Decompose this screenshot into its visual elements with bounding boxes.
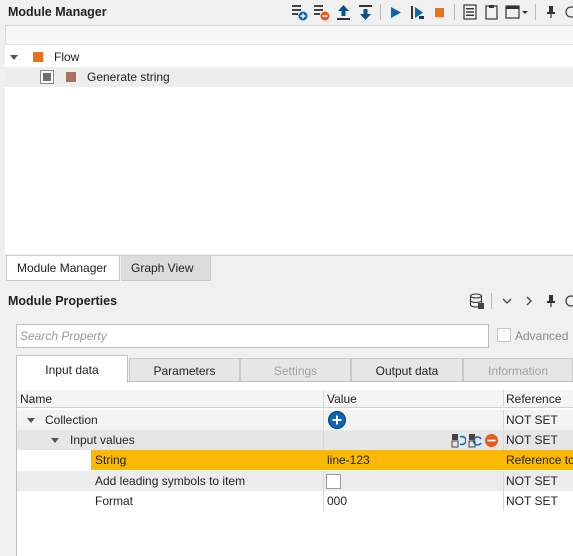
module-tree: Flow Generate string [5,44,573,254]
module-manager-tabs: Module Manager Graph View [5,255,573,281]
tab-graph-view[interactable]: Graph View [121,256,211,281]
row-name: String [91,450,323,470]
row-reference: NOT SET [506,474,558,488]
property-grid: Name Value Reference Collection NOT SET … [16,381,573,556]
move-up-icon[interactable] [334,3,353,22]
toolbar-separator [535,4,536,20]
add-item-button[interactable] [327,410,347,430]
module-icon [66,72,76,82]
row-value[interactable]: 000 [327,491,347,511]
column-header-value[interactable]: Value [327,390,357,408]
column-divider [323,491,324,511]
column-divider [503,471,504,491]
tab-label: Module Manager [17,261,108,275]
module-properties-title: Module Properties [8,294,118,308]
row-value[interactable]: line-123 [327,450,370,470]
database-icon[interactable] [467,292,486,311]
column-divider [503,491,504,511]
row-name: Add leading symbols to item [95,474,246,488]
restore-icon[interactable] [563,3,573,22]
properties-tabs: Input data Parameters Settings Output da… [16,355,573,383]
toolbar-separator [380,4,381,20]
add-module-icon[interactable] [290,3,309,22]
tab-label: Graph View [131,261,194,275]
column-divider[interactable] [323,390,324,408]
row-name: Format [95,494,134,508]
table-row[interactable]: Add leading symbols to item NOT SET [17,471,573,491]
tab-output-data[interactable]: Output data [351,358,463,382]
chevron-right-icon[interactable] [519,292,538,311]
expand-toggle-icon[interactable] [51,430,59,450]
clipboard-icon[interactable] [482,3,501,22]
tab-label: Parameters [153,363,216,378]
stop-icon[interactable] [430,3,449,22]
advanced-label: Advanced [515,329,569,343]
tab-parameters[interactable]: Parameters [129,358,240,382]
refresh-icon[interactable] [468,433,483,448]
toolbar-separator [454,4,455,20]
row-reference: NOT SET [506,433,558,447]
column-divider [503,430,504,450]
chevron-down-icon[interactable] [497,292,516,311]
toolbar-separator [491,293,492,309]
expand-toggle-icon[interactable] [27,410,35,430]
column-divider[interactable] [503,390,504,408]
search-property-input[interactable] [16,324,489,348]
remove-icon[interactable] [484,433,499,448]
column-header-reference[interactable]: Reference [506,390,561,408]
advanced-checkbox[interactable] [497,328,511,342]
grid-header: Name Value Reference [17,390,573,408]
module-tree-header-strip [5,25,573,44]
tree-node-generate-string[interactable]: Generate string [5,67,573,87]
move-down-icon[interactable] [356,3,375,22]
run-step-icon[interactable] [408,3,427,22]
tree-node-flow[interactable]: Flow [5,47,573,67]
row-reference: NOT SET [506,494,558,508]
table-row[interactable]: Collection NOT SET [17,410,573,430]
reset-icon[interactable] [451,433,466,448]
tree-node-label: Flow [54,50,80,64]
tab-settings[interactable]: Settings [240,358,351,382]
column-divider [323,430,324,450]
restore-icon[interactable] [563,292,573,311]
row-name: Collection [45,413,98,427]
layout-menu-icon[interactable] [504,3,530,22]
pin-icon[interactable] [541,3,560,22]
table-row-selected[interactable]: String line-123 Reference to [17,450,573,470]
tree-node-label: Generate string [87,70,170,84]
tab-input-data[interactable]: Input data [16,355,128,383]
module-manager-title: Module Manager [8,5,107,19]
tab-label: Information [487,363,549,378]
tab-label: Output data [375,363,439,378]
search-row: Advanced [16,324,573,348]
remove-module-icon[interactable] [312,3,331,22]
tab-label: Input data [45,362,99,377]
tab-label: Settings [273,363,318,378]
tab-module-manager[interactable]: Module Manager [6,256,120,281]
row-action-icons [451,430,499,450]
list-view-icon[interactable] [460,3,479,22]
module-properties-toolbar [467,289,573,313]
row-reference[interactable]: Reference to [506,450,573,470]
column-divider [323,471,324,491]
tab-information[interactable]: Information [463,358,573,382]
table-row[interactable]: Format 000 NOT SET [17,491,573,511]
pin-icon[interactable] [541,292,560,311]
expand-toggle-icon[interactable] [10,54,20,60]
module-checkbox[interactable] [40,70,54,84]
row-reference: NOT SET [506,413,558,427]
flow-icon [33,52,43,62]
column-divider [323,410,324,430]
run-icon[interactable] [386,3,405,22]
leading-symbols-checkbox[interactable] [326,471,341,491]
row-name: Input values [70,433,135,447]
column-header-name[interactable]: Name [20,390,52,408]
column-divider [503,410,504,430]
module-manager-toolbar [290,0,573,24]
table-row[interactable]: Input values NOT SET [17,430,573,450]
